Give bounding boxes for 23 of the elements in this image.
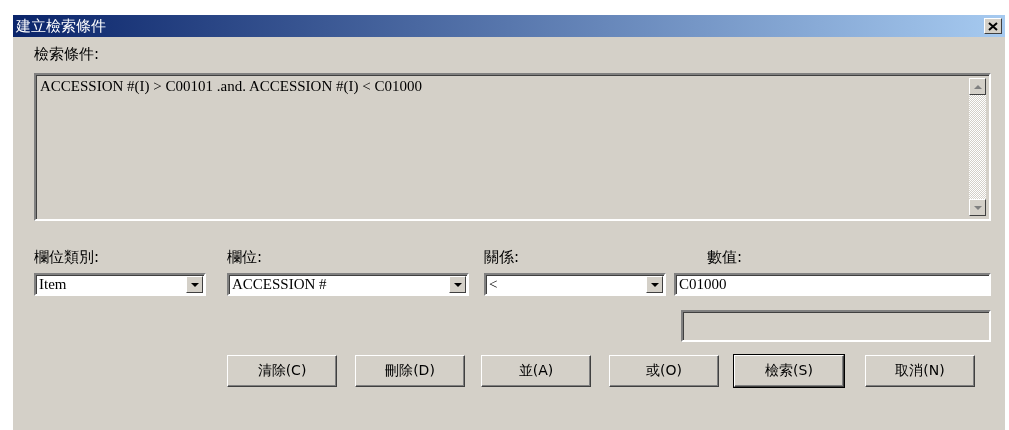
input-field[interactable]: C01000 (674, 273, 991, 296)
query-text: ACCESSION #(I) > C00101 .and. ACCESSION #(I) < C01000 (39, 77, 423, 96)
close-button[interactable] (984, 18, 1002, 34)
dropdown[interactable]: ACCESSION # (227, 273, 469, 296)
dialog-button[interactable]: 或(O) (609, 355, 719, 387)
field-label: 關係: (484, 248, 521, 268)
field-value: C01000 (679, 276, 728, 293)
dropdown[interactable]: Item (34, 273, 206, 296)
dropdown[interactable]: < (484, 273, 666, 296)
field-value: < (489, 276, 499, 293)
field-label: 欄位類別: (34, 248, 101, 268)
field-value: Item (39, 276, 68, 293)
dialog-button[interactable]: 取消(N) (865, 355, 975, 387)
field-value: ACCESSION # (232, 276, 328, 293)
field-label: 數值: (706, 248, 744, 268)
close-icon (988, 21, 998, 31)
dialog-button[interactable]: 清除(C) (227, 355, 337, 387)
dialog-button[interactable]: 刪除(D) (355, 355, 465, 387)
dialog-button[interactable]: 並(A) (481, 355, 591, 387)
window-title: 建立檢索條件 (16, 16, 106, 36)
field-label: 欄位: (227, 248, 264, 268)
query-label: 檢索條件: (34, 45, 101, 65)
dialog-button[interactable]: 檢索(S) (734, 355, 844, 387)
